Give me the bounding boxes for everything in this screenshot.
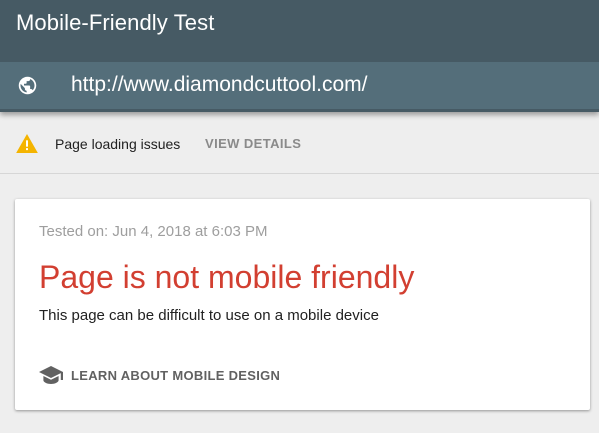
learn-mobile-design-link[interactable]: LEARN ABOUT MOBILE DESIGN xyxy=(39,364,280,386)
url-bar[interactable]: http://www.diamondcuttool.com/ xyxy=(0,62,599,109)
mortarboard-icon xyxy=(39,366,63,384)
url-text: http://www.diamondcuttool.com/ xyxy=(71,73,368,96)
tested-on-timestamp: Tested on: Jun 4, 2018 at 6:03 PM xyxy=(39,223,268,240)
warning-icon xyxy=(16,134,38,153)
app-title: Mobile-Friendly Test xyxy=(16,10,215,35)
verdict-heading: Page is not mobile friendly xyxy=(39,259,415,295)
verdict-description: This page can be difficult to use on a m… xyxy=(39,307,379,324)
view-details-button[interactable]: VIEW DETAILS xyxy=(205,135,301,153)
app-header: Mobile-Friendly Test http://www.diamondc… xyxy=(0,0,599,112)
result-card: Tested on: Jun 4, 2018 at 6:03 PM Page i… xyxy=(15,199,590,410)
issues-message: Page loading issues xyxy=(55,136,181,152)
learn-mobile-design-label: LEARN ABOUT MOBILE DESIGN xyxy=(71,367,281,383)
globe-icon xyxy=(18,76,37,95)
issues-bar: Page loading issues VIEW DETAILS xyxy=(0,112,599,174)
